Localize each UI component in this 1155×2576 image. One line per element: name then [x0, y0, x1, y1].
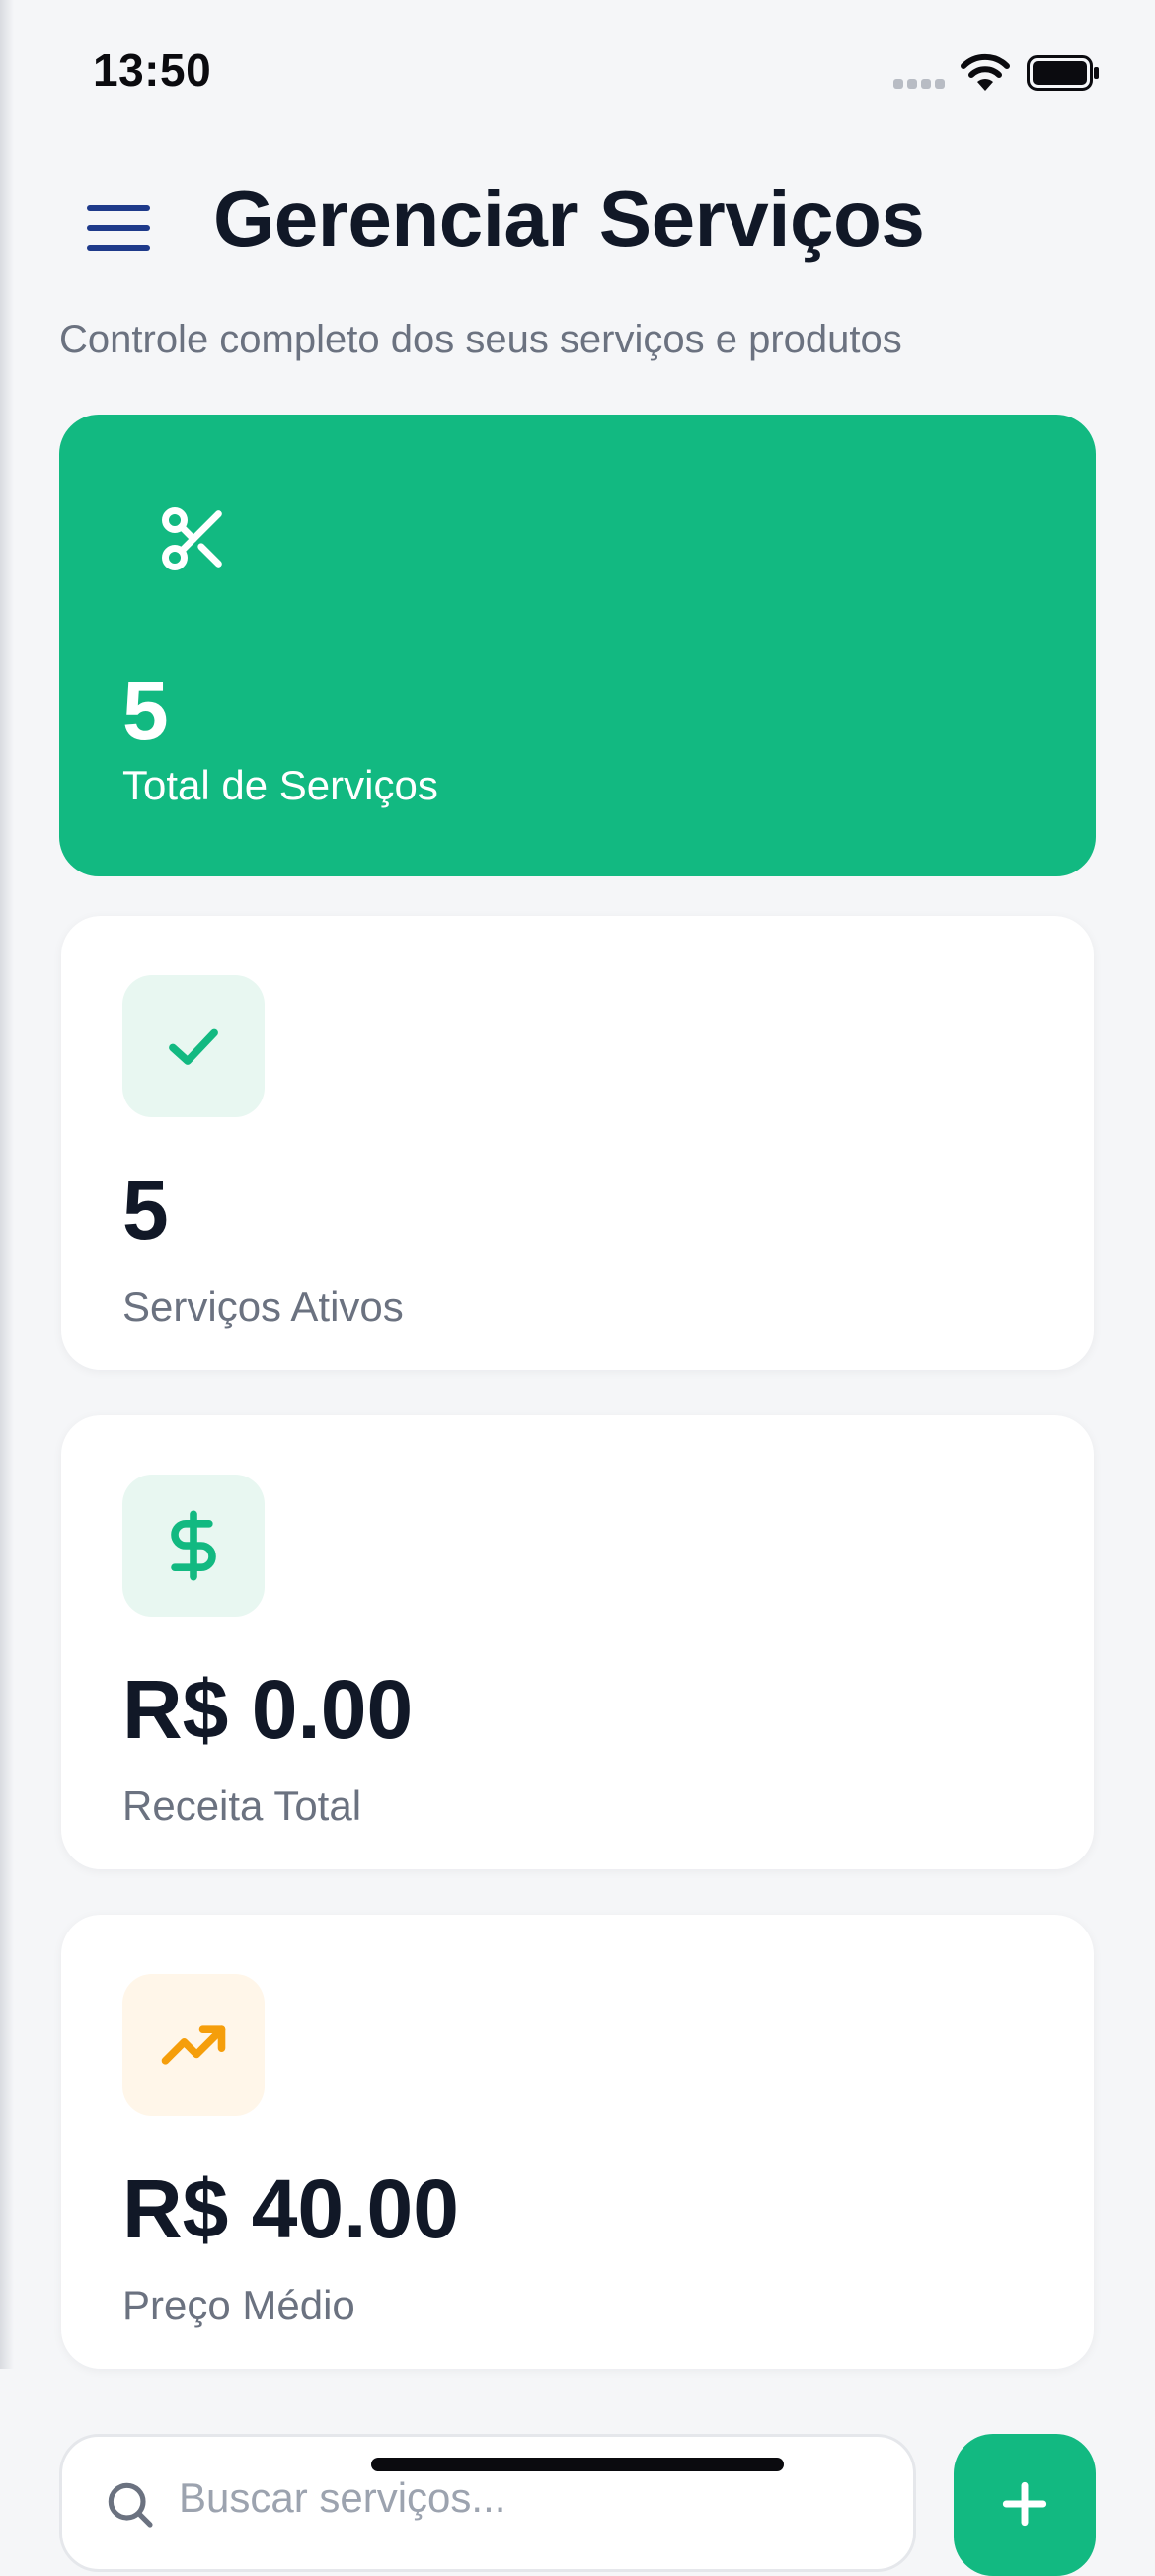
- stat-card-total-revenue[interactable]: R$ 0.00 Receita Total: [61, 1415, 1094, 1869]
- page-title: Gerenciar Serviços: [213, 175, 925, 263]
- dollar-icon: [171, 1510, 216, 1581]
- stat-value: 5: [122, 1164, 169, 1256]
- status-bar: 13:50: [0, 0, 1155, 138]
- search-input[interactable]: [179, 2474, 870, 2522]
- page-subtitle: Controle completo dos seus serviços e pr…: [59, 318, 902, 361]
- stat-label: Preço Médio: [122, 2282, 355, 2328]
- trending-up-icon: [161, 2025, 226, 2065]
- stat-value: R$ 0.00: [122, 1663, 414, 1756]
- stat-value: R$ 40.00: [122, 2162, 459, 2255]
- stat-icon-container: [122, 468, 265, 610]
- search-icon: [108, 2482, 153, 2528]
- stat-value: 5: [122, 664, 169, 757]
- check-icon: [169, 1028, 218, 1065]
- wifi-icon: [961, 53, 1010, 91]
- stat-icon-container: [122, 975, 265, 1117]
- stat-icon-container: [122, 1475, 265, 1617]
- add-service-button[interactable]: [954, 2434, 1096, 2576]
- plus-icon: [1002, 2481, 1047, 2526]
- stat-label: Serviços Ativos: [122, 1283, 404, 1329]
- hamburger-menu-icon: [87, 205, 150, 251]
- scissors-icon: [162, 507, 222, 570]
- menu-button[interactable]: [79, 193, 158, 263]
- stat-card-total-services[interactable]: 5 Total de Serviços: [59, 415, 1096, 876]
- stat-label: Total de Serviços: [122, 762, 438, 808]
- home-indicator: [371, 2458, 784, 2471]
- stat-card-active-services[interactable]: 5 Serviços Ativos: [61, 916, 1094, 1370]
- drawer-edge-shadow: [0, 0, 14, 2369]
- stat-icon-container: [122, 1974, 265, 2116]
- stat-card-average-price[interactable]: R$ 40.00 Preço Médio: [61, 1915, 1094, 2369]
- cellular-signal-icon: [893, 79, 945, 91]
- stat-label: Receita Total: [122, 1782, 362, 1829]
- battery-icon: [1027, 55, 1099, 91]
- search-box[interactable]: [59, 2434, 916, 2572]
- status-time: 13:50: [93, 44, 212, 96]
